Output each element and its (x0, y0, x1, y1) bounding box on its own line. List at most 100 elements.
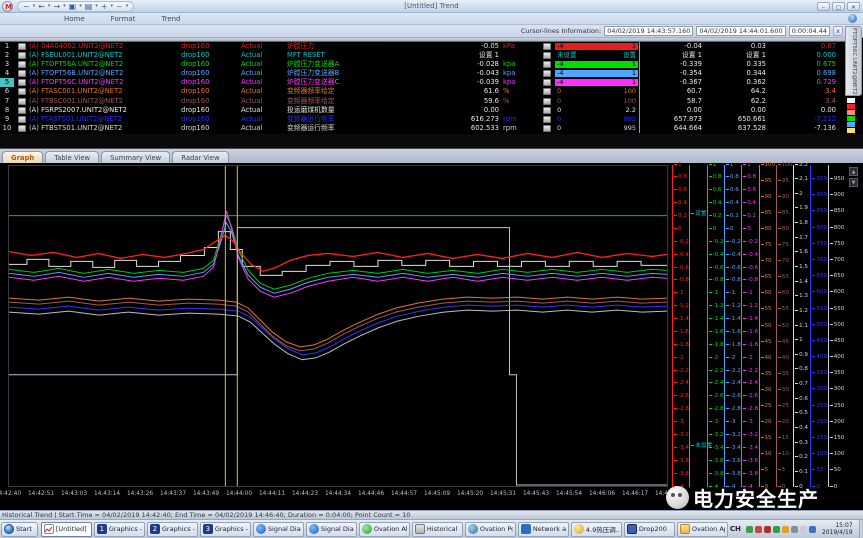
view-tab-graph[interactable]: Graph (2, 151, 43, 163)
tray-icon[interactable] (800, 526, 807, 533)
view-tab-summary-view[interactable]: Summary View (101, 151, 170, 163)
tray-icon[interactable] (746, 526, 753, 533)
view-tab-radar-view[interactable]: Radar View (172, 151, 228, 163)
table-row[interactable]: 3(A) FTOPT56A.UNIT2@NET2drop160Actual炉膛压… (0, 60, 845, 69)
scale-icon[interactable] (539, 115, 554, 124)
trend-style-icon[interactable] (14, 42, 29, 51)
view-tab-table-view[interactable]: Table View (45, 151, 99, 163)
tray-icon[interactable] (809, 526, 816, 533)
axis-tick-label: 750 (812, 242, 827, 247)
axis-tick-label: 500 (812, 323, 827, 328)
task-button[interactable]: 2Graphics - -... (147, 522, 198, 537)
trend-style-icon[interactable] (14, 106, 29, 115)
tray-icon[interactable] (764, 526, 771, 533)
task-button[interactable]: Ovation App... (677, 522, 728, 537)
close-button[interactable]: ✕ (847, 2, 860, 11)
trend-style-icon[interactable] (14, 115, 29, 124)
task-button[interactable]: [Untitled] T... (41, 522, 92, 537)
scale-icon[interactable] (539, 51, 554, 60)
current-value: -0.028 (415, 60, 503, 69)
minimize-button[interactable]: – (817, 2, 830, 11)
taskbar-clock[interactable]: 15:07 2019/4/19 (822, 522, 853, 536)
task-label: Ovation App... (692, 525, 725, 533)
table-graph-splitter[interactable] (0, 134, 863, 149)
language-indicator[interactable]: CH (728, 525, 743, 533)
scroll-down-icon[interactable]: ▼ (849, 178, 858, 187)
value-type: Actual (241, 51, 287, 60)
axis-tick-label: 1.2 (795, 309, 808, 314)
table-row[interactable]: 1(A) 04A04002.UNIT2@NET2drop160Actual炉膛压… (0, 42, 845, 51)
cursor-info-close-icon[interactable]: x (833, 26, 843, 36)
trend-style-icon[interactable] (14, 97, 29, 106)
task-button[interactable]: 1Graphics - -... (94, 522, 145, 537)
scale-icon[interactable] (539, 60, 554, 69)
scale-icon[interactable] (539, 42, 554, 51)
scale-icon[interactable] (539, 69, 554, 78)
scroll-up-icon[interactable]: ▲ (849, 167, 858, 176)
maximize-button[interactable]: ▢ (832, 2, 845, 11)
table-row[interactable]: 10(A) FTBSTS01.UNIT2@NET2drop160Actual变频… (0, 124, 845, 133)
table-row[interactable]: 8(A) FSRPS2007.UNIT2@NET2drop160Actual投运… (0, 106, 845, 115)
show-desktop-button[interactable] (859, 520, 863, 538)
scale-icon[interactable] (539, 106, 554, 115)
axis-tick-label: 100 (830, 452, 845, 457)
axis-tick-label: 1.1 (795, 324, 808, 329)
tray-icon[interactable] (791, 526, 798, 533)
task-button[interactable]: Ovation Alar... (359, 522, 410, 537)
help-icon[interactable]: ? (848, 14, 857, 23)
trend-style-icon[interactable] (14, 51, 29, 60)
task-button[interactable]: 4.9热压调... (571, 522, 622, 537)
scale-bar: 未设置设置 (554, 51, 640, 60)
cursor1-value: -0.339 (640, 60, 706, 69)
tab-format[interactable]: Format (111, 15, 136, 23)
time-tick-label: 14:43:03 (61, 491, 87, 497)
task-button[interactable]: 3Graphics - -... (200, 522, 251, 537)
task-button[interactable]: Drop200 (624, 522, 675, 537)
drop-name: drop160 (181, 69, 241, 78)
axis-tick-label: 0.8 (709, 175, 722, 180)
axis-tick-label: -0.2 (709, 240, 724, 245)
tab-trend[interactable]: Trend (161, 15, 180, 23)
scale-bar: -41 (554, 42, 640, 51)
scale-icon[interactable] (539, 78, 554, 87)
tab-home[interactable]: Home (64, 15, 85, 23)
table-row[interactable]: 9(A) FTASTS01.UNIT2@NET2drop160Actual变频器… (0, 115, 845, 124)
table-row[interactable]: 2(A) FSEUL001.UNIT2@NET2drop160ActualMFT… (0, 51, 845, 60)
axis-tick-label: -0.2 (726, 240, 741, 245)
scale-icon[interactable] (539, 87, 554, 96)
axis-tick-label: 20 (761, 420, 772, 425)
trend-style-icon[interactable] (14, 78, 29, 87)
axis-tick-label: 0.4 (743, 201, 756, 206)
axis-tick-label: -2.4 (726, 381, 741, 386)
axis-tick-label: 0.8 (674, 175, 687, 180)
tray-icon[interactable] (782, 526, 789, 533)
tray-icon[interactable] (755, 526, 762, 533)
table-row[interactable]: 4(A) FTOPT56B.UNIT2@NET2drop160Actual炉膛压… (0, 69, 845, 78)
task-button[interactable]: Network and... (518, 522, 569, 537)
task-button[interactable]: Signal Diagra... (306, 522, 357, 537)
row-number: 6 (0, 87, 14, 96)
table-row[interactable]: 7(A) FTBSC001.UNIT2@NET2drop160Actual变频器… (0, 97, 845, 106)
start-button[interactable]: Start (1, 522, 38, 537)
selected-point-side-tab[interactable]: FTOPT56C.UNIT2@NET2 [5] (845, 26, 862, 96)
axis-tick-label: -1.6 (743, 330, 758, 335)
table-row[interactable]: 5(A) FTOPT56C.UNIT2@NET2drop160Actual炉膛压… (0, 78, 845, 87)
scale-icon[interactable] (539, 97, 554, 106)
axis-tick-label: 40 (761, 356, 772, 361)
scale-min: 0 (557, 125, 561, 132)
rpm-a-axis: 9509008508007507006506005505004504003503… (810, 165, 827, 487)
task-button[interactable]: Historical Re... (412, 522, 463, 537)
trend-style-icon[interactable] (14, 69, 29, 78)
trend-style-icon[interactable] (14, 60, 29, 69)
trend-style-icon[interactable] (14, 87, 29, 96)
trend-style-icon[interactable] (14, 124, 29, 133)
axis-tick-label: 35 (761, 372, 772, 377)
trend-plot-area[interactable] (8, 165, 668, 487)
scale-bar: -41 (554, 69, 640, 78)
scale-icon[interactable] (539, 124, 554, 133)
task-button[interactable]: Ovation Poin... (465, 522, 516, 537)
tray-icon[interactable] (773, 526, 780, 533)
task-button[interactable]: Signal Diagra... (253, 522, 304, 537)
table-row[interactable]: 6(A) FTASC001.UNIT2@NET2drop160Actual变频器… (0, 87, 845, 96)
axis-tick-label: -3.6 (674, 459, 689, 464)
